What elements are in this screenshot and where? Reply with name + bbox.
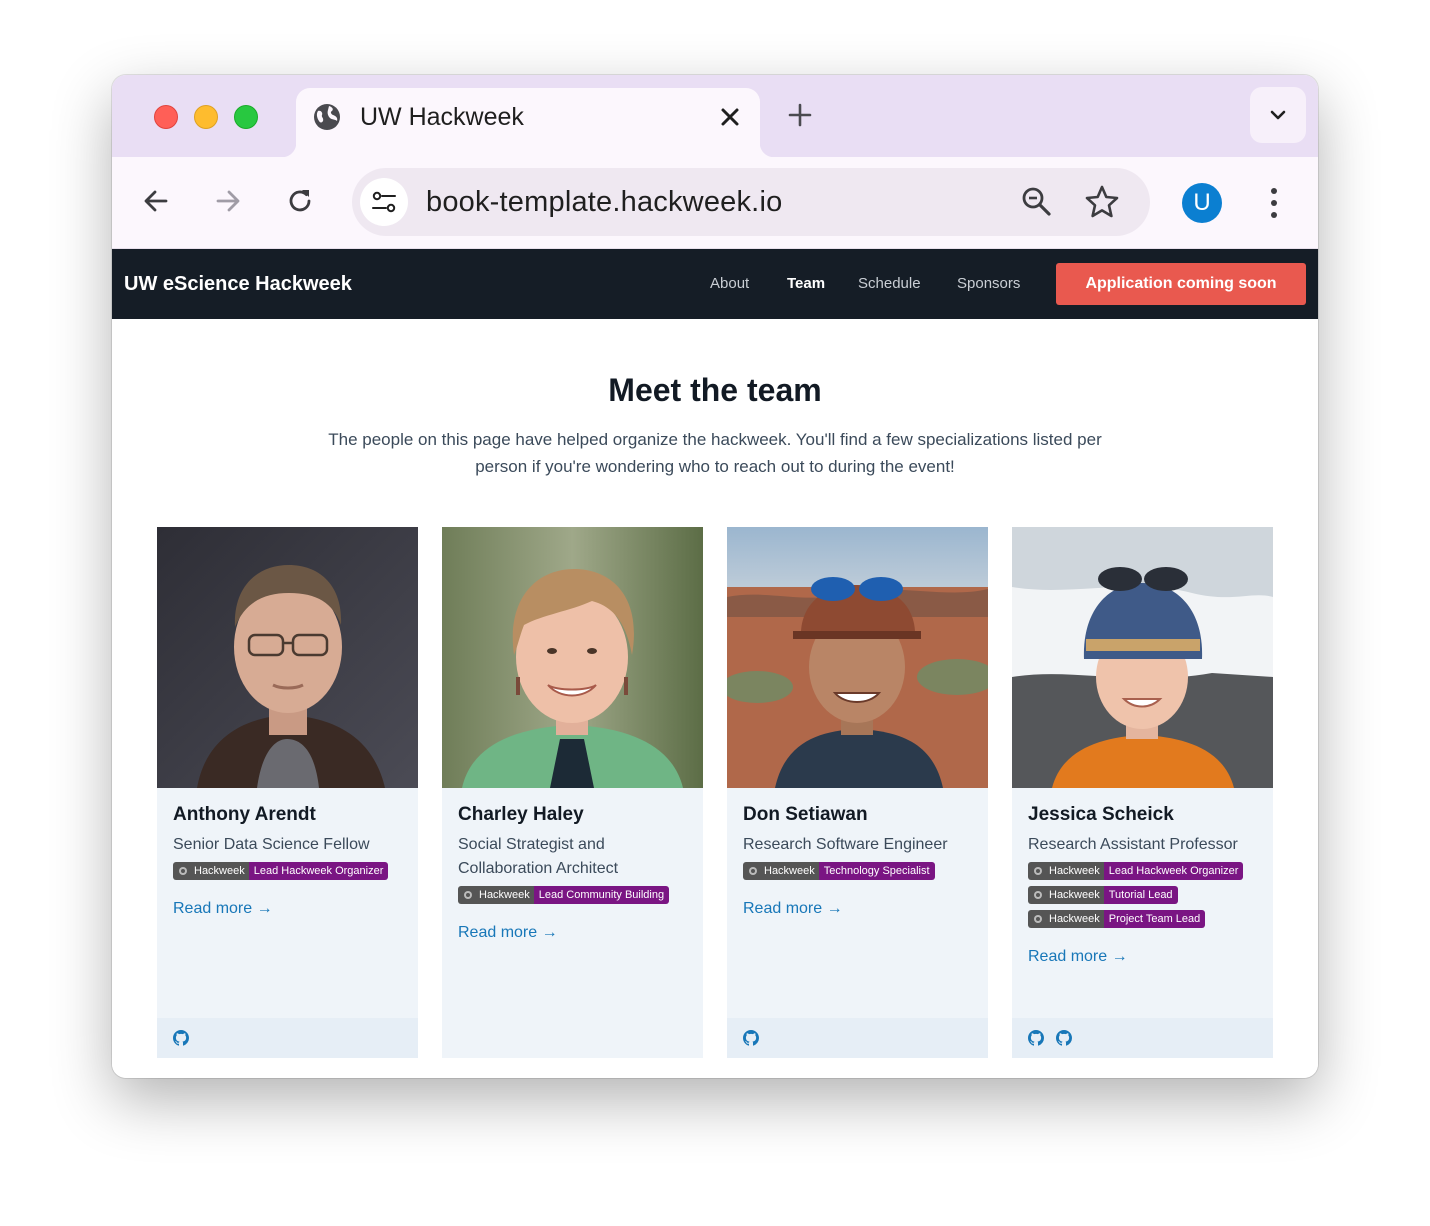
hackweek-logo-icon [749, 867, 757, 875]
site-brand[interactable]: UW eScience Hackweek [124, 272, 352, 296]
member-name: Jessica Scheick [1028, 804, 1174, 825]
member-photo [157, 527, 418, 788]
member-role: Research Assistant Professor [1028, 836, 1238, 853]
hackweek-logo-icon [1034, 915, 1042, 923]
browser-window: UW Hackweek book-template.hackweek.io U … [112, 75, 1318, 1078]
page-title: Meet the team [608, 372, 822, 408]
reload-icon[interactable] [284, 185, 316, 217]
back-arrow-icon[interactable] [140, 185, 172, 217]
url-text[interactable]: book-template.hackweek.io [426, 185, 782, 219]
team-card: Jessica Scheick Research Assistant Profe… [1012, 527, 1273, 1058]
badge-value: Lead Community Building [533, 886, 670, 904]
member-role: Social Strategist and Collaboration Arch… [458, 836, 619, 877]
site-info-button[interactable] [360, 178, 408, 226]
card-footer [1012, 1018, 1273, 1058]
role-badge: Hackweek Lead Hackweek Organizer [173, 862, 389, 880]
github-icon[interactable] [1056, 1030, 1072, 1046]
tab-title: UW Hackweek [360, 103, 524, 131]
role-badge: Hackweek Lead Hackweek Organizer [1028, 862, 1244, 880]
member-name: Charley Haley [458, 804, 584, 825]
tab-search-button[interactable] [1250, 87, 1306, 143]
badge-label: Hackweek [1049, 913, 1100, 925]
hackweek-logo-icon [464, 891, 472, 899]
member-name: Anthony Arendt [173, 804, 316, 825]
application-button[interactable]: Application coming soon [1056, 263, 1306, 305]
role-badge: Hackweek Project Team Lead [1028, 910, 1243, 928]
close-tab-icon[interactable] [716, 103, 744, 131]
member-photo [442, 527, 703, 788]
nav-link-about[interactable]: About [710, 275, 749, 293]
github-icon[interactable] [1028, 1030, 1044, 1046]
github-icon[interactable] [173, 1030, 189, 1046]
member-role: Senior Data Science Fellow [173, 836, 370, 853]
member-name: Don Setiawan [743, 804, 868, 825]
new-tab-icon[interactable] [786, 101, 814, 129]
role-badge: Hackweek Tutorial Lead [1028, 886, 1243, 904]
badge-list: Hackweek Lead Community Building [458, 886, 670, 910]
read-more-link[interactable]: Read more → [1028, 947, 1128, 967]
site-navbar: UW eScience Hackweek About Team Schedule… [112, 249, 1318, 319]
team-card: Charley Haley Social Strategist and Coll… [442, 527, 703, 1058]
team-card: Don Setiawan Research Software Engineer … [727, 527, 988, 1058]
tune-icon [372, 191, 396, 213]
address-bar[interactable]: book-template.hackweek.io [352, 168, 1150, 236]
browser-toolbar: book-template.hackweek.io U [112, 157, 1318, 249]
team-card: Anthony Arendt Senior Data Science Fello… [157, 527, 418, 1058]
close-window-button[interactable] [154, 105, 178, 129]
badge-value: Project Team Lead [1103, 910, 1206, 928]
nav-link-sponsors[interactable]: Sponsors [957, 275, 1020, 293]
badge-list: Hackweek Lead Hackweek Organizer Hackwee… [1028, 862, 1244, 934]
zoom-icon[interactable] [1020, 185, 1054, 219]
member-role: Research Software Engineer [743, 836, 948, 853]
github-icon[interactable] [743, 1030, 759, 1046]
badge-label: Hackweek [1049, 865, 1100, 877]
hackweek-logo-icon [1034, 891, 1042, 899]
member-photo [1012, 527, 1273, 788]
globe-icon [314, 104, 340, 130]
badge-label: Hackweek [1049, 889, 1100, 901]
badge-label: Hackweek [194, 865, 245, 877]
bookmark-star-icon[interactable] [1084, 184, 1120, 220]
badge-value: Lead Hackweek Organizer [1103, 862, 1244, 880]
read-more-link[interactable]: Read more → [173, 899, 273, 919]
forward-arrow-icon[interactable] [212, 185, 244, 217]
badge-list: Hackweek Technology Specialist [743, 862, 935, 886]
browser-tab[interactable]: UW Hackweek [282, 88, 774, 157]
main-content: Meet the team The people on this page ha… [112, 319, 1318, 1078]
read-more-link[interactable]: Read more → [743, 899, 843, 919]
card-footer [157, 1018, 418, 1058]
role-badge: Hackweek Technology Specialist [743, 862, 935, 880]
badge-value: Technology Specialist [818, 862, 935, 880]
more-menu-icon[interactable] [1258, 183, 1290, 223]
read-more-link[interactable]: Read more → [458, 923, 558, 943]
member-photo [727, 527, 988, 788]
profile-avatar[interactable]: U [1182, 183, 1222, 223]
hackweek-logo-icon [1034, 867, 1042, 875]
hackweek-logo-icon [179, 867, 187, 875]
role-badge: Hackweek Lead Community Building [458, 886, 670, 904]
badge-value: Tutorial Lead [1103, 886, 1178, 904]
card-footer [727, 1018, 988, 1058]
maximize-window-button[interactable] [234, 105, 258, 129]
minimize-window-button[interactable] [194, 105, 218, 129]
chevron-down-icon [1270, 110, 1286, 120]
tab-strip: UW Hackweek [112, 75, 1318, 157]
badge-list: Hackweek Lead Hackweek Organizer [173, 862, 389, 886]
nav-link-team[interactable]: Team [787, 275, 825, 293]
nav-link-schedule[interactable]: Schedule [858, 275, 921, 293]
badge-label: Hackweek [479, 889, 530, 901]
page-intro: The people on this page have helped orga… [328, 430, 1102, 476]
badge-value: Lead Hackweek Organizer [248, 862, 389, 880]
badge-label: Hackweek [764, 865, 815, 877]
